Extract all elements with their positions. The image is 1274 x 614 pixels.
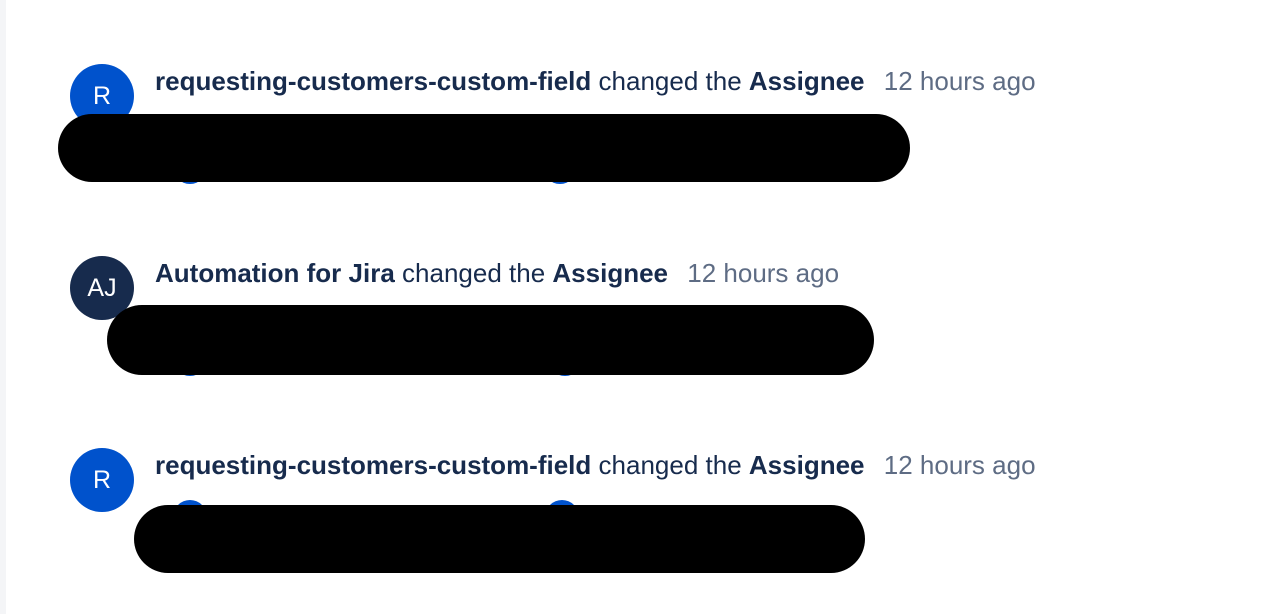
actor-name[interactable]: Automation for Jira [155,258,395,288]
history-headline: Automation for Jira changed the Assignee… [155,257,839,289]
timestamp[interactable]: 12 hours ago [884,450,1036,480]
history-headline: requesting-customers-custom-field change… [155,65,1036,97]
actor-name[interactable]: requesting-customers-custom-field [155,450,591,480]
timestamp[interactable]: 12 hours ago [687,258,839,288]
action-text: changed the [598,450,742,480]
redacted-change-detail [134,505,865,573]
action-text: changed the [598,66,742,96]
actor-name[interactable]: requesting-customers-custom-field [155,66,591,96]
activity-history-panel: R requesting-customers-custom-field chan… [0,0,1274,614]
history-headline: requesting-customers-custom-field change… [155,449,1036,481]
redacted-change-detail [107,305,874,375]
avatar[interactable]: R [70,448,134,512]
avatar-initials: AJ [87,273,117,302]
avatar-initials: R [92,81,112,110]
action-text: changed the [402,258,546,288]
left-border [0,0,6,614]
changed-field-name: Assignee [748,450,865,480]
timestamp[interactable]: 12 hours ago [884,66,1036,96]
changed-field-name: Assignee [748,66,865,96]
redacted-change-detail [58,114,910,182]
changed-field-name: Assignee [552,258,669,288]
avatar-initials: R [92,465,112,494]
